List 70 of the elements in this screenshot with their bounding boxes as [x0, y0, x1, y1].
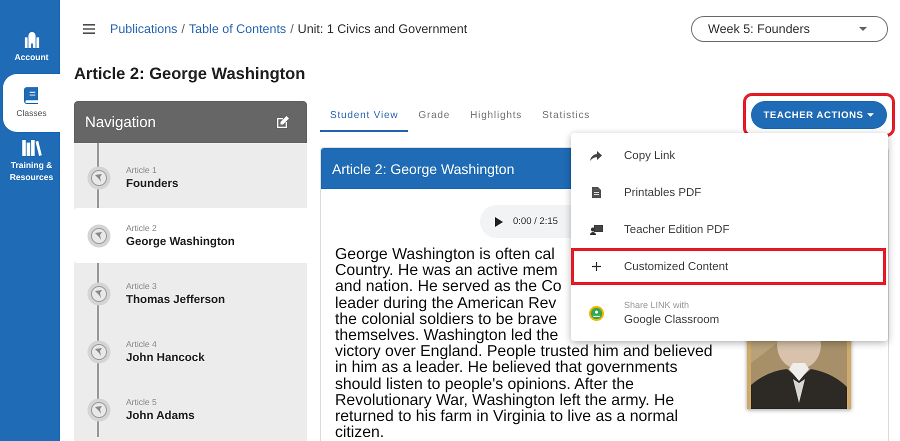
article-title: John Hancock	[126, 352, 205, 364]
sidebar-item[interactable]: Training & Resources	[3, 132, 60, 190]
article-heading: Article 2: George Washington	[332, 160, 514, 176]
caret-icon	[867, 113, 874, 117]
article-number: Article 1	[126, 165, 158, 175]
article-text-line: Country. He was an active mem	[335, 263, 558, 280]
article-text-line: returned to his farm in Virginia to live as a normal	[335, 409, 678, 426]
menu-label: Teacher Edition PDF	[624, 224, 730, 236]
article-text-line: citizen.	[335, 425, 384, 441]
book-icon	[24, 87, 39, 104]
article-text-line: victory over England. People trusted him and believed	[335, 344, 713, 360]
article-title: George Washington	[126, 236, 235, 248]
medal-icon	[87, 224, 111, 248]
navigation-item[interactable]: Article 2 George Washington	[74, 208, 307, 263]
page-title: Article 2: George Washington	[74, 64, 306, 85]
menu-label: Google Classroom	[624, 314, 720, 326]
breadcrumb-separator: /	[181, 22, 185, 36]
article-number: Article 2	[126, 223, 158, 233]
menu-caption: Share LINK with	[624, 300, 690, 310]
article-text-line: should listen to people's opinions. After the	[335, 376, 634, 393]
document-icon	[592, 187, 600, 198]
navigation-item[interactable]: Article 4 John Hancock	[74, 324, 307, 379]
navigation-title: Navigation	[85, 114, 156, 130]
article-title: Founders	[126, 178, 178, 190]
article-text-line: and nation. He served as the Co	[335, 279, 562, 296]
navigation-item[interactable]: Article 3 Thomas Jefferson	[74, 266, 307, 321]
tab[interactable]: Statistics	[532, 102, 600, 132]
navigation-item[interactable]: Article 5 John Adams	[74, 382, 307, 437]
article-number: Article 3	[126, 281, 158, 291]
breadcrumb-link[interactable]: Publications	[110, 22, 178, 36]
menu-item[interactable]: Share LINK with Google Classroom	[571, 285, 886, 341]
article-title: Thomas Jefferson	[126, 294, 226, 306]
article-text-line: themselves. Washington led the	[335, 328, 558, 344]
week-select[interactable]: Week 5: Founders	[691, 16, 888, 42]
books-icon	[22, 140, 42, 156]
menu-item[interactable]: Teacher Edition PDF	[571, 211, 886, 248]
caret-icon	[859, 27, 867, 31]
edit-icon[interactable]	[277, 116, 289, 128]
article-text-line: in him as a leader. He believed that governments	[335, 360, 678, 377]
article-text-line: the colonial soldiers to be brave	[335, 312, 558, 328]
menu-label: Copy Link	[624, 150, 676, 162]
breadcrumb-link[interactable]: Table of Contents	[188, 22, 286, 36]
building-icon	[22, 32, 40, 48]
article-text-line: George Washington is often cal	[335, 247, 555, 264]
article-number: Article 4	[126, 339, 158, 349]
tab[interactable]: Highlights	[460, 102, 532, 132]
tab[interactable]: Student View	[320, 102, 408, 132]
sidebar-item[interactable]: Account	[3, 22, 60, 72]
menu-label: Customized Content	[624, 260, 728, 272]
tab[interactable]: Grade	[408, 102, 460, 132]
play-icon[interactable]	[495, 216, 503, 226]
breadcrumb-separator: /	[290, 22, 294, 36]
navigation-item[interactable]: Article 1 Founders	[74, 150, 307, 205]
teacher-actions-button[interactable]: TEACHER ACTIONS	[751, 101, 887, 129]
breadcrumb-current: Unit: 1 Civics and Government	[298, 22, 468, 36]
sidebar-item[interactable]: Classes	[3, 74, 60, 132]
article-text-line: leader during the American Rev	[335, 296, 556, 312]
article-title: John Adams	[126, 410, 195, 422]
teacher-icon	[590, 224, 602, 234]
share-arrow-icon	[590, 150, 602, 160]
article-text-line: Revolutionary War, Washington left the army. He	[335, 392, 674, 410]
menu-label: Printables PDF	[624, 186, 702, 198]
article-number: Article 5	[126, 397, 158, 407]
menu-item[interactable]: Customized Content	[571, 248, 886, 285]
plus-icon	[592, 262, 600, 271]
menu-item[interactable]: Printables PDF	[571, 174, 886, 211]
classroom-icon	[588, 306, 604, 320]
audio-time: 0:00 / 2:15	[513, 216, 558, 227]
menu-item[interactable]: Copy Link	[571, 137, 886, 174]
menu-icon[interactable]	[83, 24, 95, 34]
